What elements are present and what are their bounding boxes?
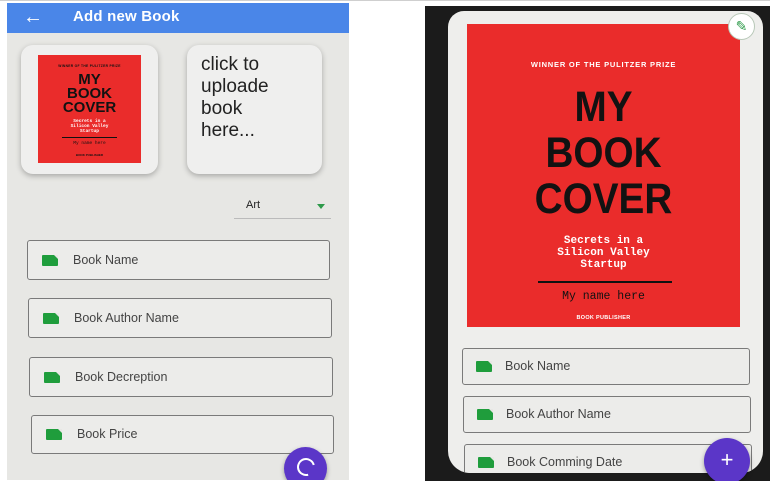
category-selected: Art: [246, 199, 261, 211]
label-tag-icon: [43, 313, 59, 324]
cover-title: MY BOOK COVER: [62, 71, 117, 116]
phone-screen: WINNER OF THE PULITZER PRIZE MY BOOK COV…: [448, 11, 763, 473]
book-price-placeholder: Book Price: [77, 427, 138, 441]
pencil-icon: ✎: [735, 18, 748, 34]
cover-title: MY BOOK COVER: [534, 83, 673, 223]
book-name-placeholder: Book Name: [73, 253, 139, 267]
cover-author: My name here: [73, 141, 106, 146]
label-tag-icon: [477, 409, 493, 420]
cover-subtitle: Secrets in a Silicon Valley Startup: [557, 235, 650, 271]
label-tag-icon: [42, 255, 58, 266]
label-tag-icon: [44, 372, 60, 383]
cover-divider: [538, 281, 672, 283]
book-name-field[interactable]: Book Name: [462, 348, 750, 385]
top-border-line: [0, 0, 770, 1]
book-author-field[interactable]: Book Author Name: [463, 396, 751, 433]
book-description-field[interactable]: Book Decreption: [29, 357, 333, 397]
add-fab-button[interactable]: +: [704, 438, 750, 481]
label-tag-icon: [476, 361, 492, 372]
cover-winner-text: WINNER OF THE PULITZER PRIZE: [530, 60, 677, 69]
add-book-screen: ← Add new Book WINNER OF THE PULITZER PR…: [7, 3, 349, 480]
book-price-field[interactable]: Book Price: [31, 415, 334, 454]
book-author-placeholder: Book Author Name: [506, 407, 611, 421]
book-preview-screen: WINNER OF THE PULITZER PRIZE MY BOOK COV…: [425, 6, 770, 481]
cover-subtitle: Secrets in a Silicon Valley Startup: [70, 119, 109, 134]
label-tag-icon: [478, 457, 494, 468]
cover-author: My name here: [562, 290, 645, 303]
label-tag-icon: [46, 429, 62, 440]
book-description-placeholder: Book Decreption: [75, 370, 168, 384]
cover-publisher: BOOK PUBLISHER: [75, 153, 104, 157]
book-author-field[interactable]: Book Author Name: [28, 298, 332, 338]
upload-prompt: click to uploade book here...: [201, 54, 269, 141]
book-coming-date-placeholder: Book Comming Date: [507, 455, 623, 469]
book-cover-large[interactable]: WINNER OF THE PULITZER PRIZE MY BOOK COV…: [467, 24, 740, 327]
dropdown-arrow-icon: [317, 204, 325, 209]
app-bar: ← Add new Book: [7, 3, 349, 33]
cover-publisher: BOOK PUBLISHER: [576, 315, 631, 321]
page-title: Add new Book: [73, 8, 180, 25]
arrow-left-icon[interactable]: ←: [23, 7, 43, 27]
book-cover-thumbnail: WINNER OF THE PULITZER PRIZE MY BOOK COV…: [38, 55, 141, 163]
book-name-field[interactable]: Book Name: [27, 240, 330, 280]
upload-icon: [293, 454, 319, 480]
book-author-placeholder: Book Author Name: [74, 311, 179, 325]
edit-button[interactable]: ✎: [728, 13, 755, 40]
category-dropdown[interactable]: Art: [234, 193, 331, 219]
cover-winner-text: WINNER OF THE PULITZER PRIZE: [58, 64, 121, 68]
book-name-placeholder: Book Name: [505, 359, 571, 373]
upload-book-card[interactable]: click to uploade book here...: [187, 45, 322, 174]
cover-divider: [62, 137, 117, 138]
plus-icon: +: [720, 447, 734, 472]
cover-preview-card[interactable]: WINNER OF THE PULITZER PRIZE MY BOOK COV…: [21, 45, 158, 174]
